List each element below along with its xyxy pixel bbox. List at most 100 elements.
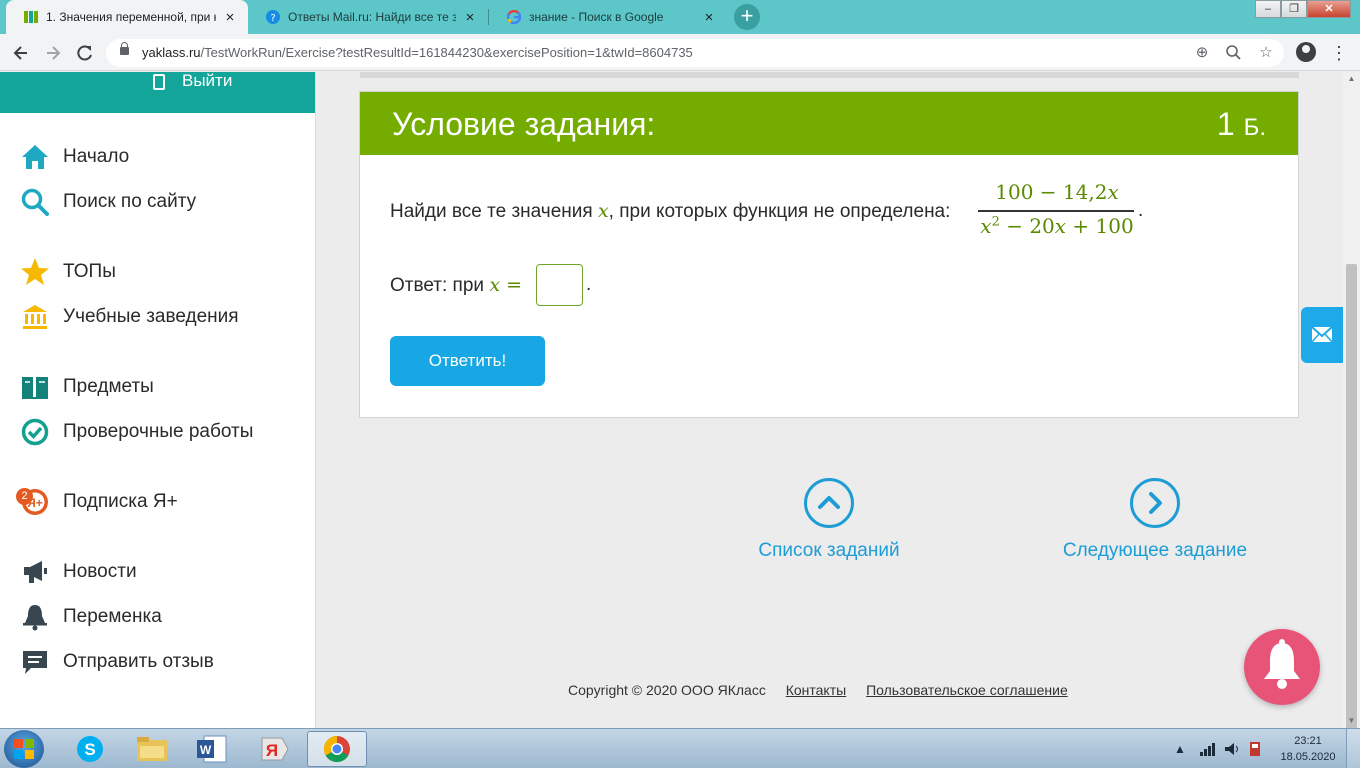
sidebar-item-label: Предметы [63,376,154,397]
home-icon [20,142,50,172]
bell-icon [20,602,50,632]
close-tab-icon[interactable]: × [222,9,238,26]
mailru-answers-favicon: ? [266,10,280,24]
volume-icon[interactable] [1224,742,1242,756]
scroll-up-icon[interactable]: ▲ [1343,72,1360,86]
scroll-thumb[interactable] [1346,264,1357,768]
sidebar-item-label: Учебные заведения [63,306,239,327]
taskbar-word[interactable]: W [182,731,242,767]
tab-title: знание - Поиск в Google [529,10,664,24]
logout-bar[interactable]: Выйти [0,71,315,113]
tab-title: 1. Значения переменной, при к [46,10,216,24]
contacts-link[interactable]: Контакты [786,682,846,698]
browser-tab-google[interactable]: знание - Поиск в Google × [489,0,727,34]
clock-time: 23:21 [1294,735,1322,747]
svg-text:S: S [84,740,95,759]
check-icon [20,417,50,447]
reload-button[interactable] [72,40,98,66]
sidebar-item-subscription[interactable]: Я+ Подписка Я+ [20,487,310,517]
next-task-link[interactable]: Следующее задание [1050,478,1260,562]
scroll-down-icon[interactable]: ▼ [1343,714,1360,728]
zoom-icon[interactable] [1224,43,1244,63]
back-button[interactable] [8,40,34,66]
browser-tab-active[interactable]: 1. Значения переменной, при к × [6,0,248,34]
sidebar-item-tests[interactable]: Проверочные работы [20,417,310,447]
user-agreement-link[interactable]: Пользовательское соглашение [866,682,1068,698]
sidebar-item-home[interactable]: Начало [20,142,310,172]
maximize-button[interactable]: ❐ [1281,0,1307,18]
fraction-numerator: 100 − 14,2x [995,180,1119,204]
answer-input[interactable] [536,264,583,306]
content-top-strip [360,72,1299,78]
minimize-button[interactable]: – [1255,0,1281,18]
windows-logo-icon [14,739,34,759]
address-bar[interactable]: yaklass.ru/TestWorkRun/Exercise?testResu… [106,39,1284,67]
svg-text:Я: Я [266,741,278,760]
taskbar-skype[interactable]: S [60,731,120,767]
browser-menu-icon[interactable]: ⋮ [1330,40,1348,66]
chevron-up-icon [804,478,854,528]
sidebar-item-search[interactable]: Поиск по сайту [20,187,310,217]
start-button[interactable] [4,730,44,768]
page-scrollbar[interactable]: ▲ ▼ [1343,72,1360,768]
sidebar-item-schools[interactable]: Учебные заведения [20,302,310,332]
yaklass-favicon [24,10,38,24]
browser-tab-mailru[interactable]: ? Ответы Mail.ru: Найди все те зн × [248,0,488,34]
sidebar-item-label: Подписка Я+ [63,491,178,512]
task-list-link[interactable]: Список заданий [744,478,914,562]
google-favicon [507,10,521,24]
feedback-mail-button[interactable] [1301,307,1343,363]
back-arrow-icon [13,46,27,60]
copyright-text: Copyright © 2020 ООО ЯКласс [568,682,766,698]
sidebar-item-feedback[interactable]: Отправить отзыв [20,647,310,677]
bookmark-star-icon[interactable]: ☆ [1256,43,1276,63]
svg-text:?: ? [270,13,275,24]
submit-answer-button[interactable]: Ответить! [390,336,545,386]
notifications-button[interactable] [1244,629,1320,705]
sidebar-item-news[interactable]: Новости [20,557,310,587]
search-icon [20,187,50,217]
sidebar-item-label: Поиск по сайту [63,191,197,212]
taskbar-clock[interactable]: 23:21 18.05.2020 [1278,733,1338,765]
svg-text:W: W [200,743,212,757]
folder-icon [137,737,167,761]
network-icon[interactable] [1199,742,1216,756]
tab-title: Ответы Mail.ru: Найди все те зн [288,10,456,24]
tray-expand-icon[interactable]: ▲ [1174,742,1186,756]
lock-icon [120,42,129,55]
sidebar-item-label: ТОПы [63,261,116,282]
tests-count-badge: 2 [16,488,33,505]
logout-label: Выйти [182,71,233,90]
close-tab-icon[interactable]: × [462,9,478,26]
word-icon: W [197,735,227,763]
sidebar-item-break[interactable]: Переменка [20,602,310,632]
question-text: Найди все те значения x, при которых фун… [390,200,951,222]
sidebar-item-tops[interactable]: ТОПы [20,257,310,287]
system-tray: ▲ [1174,729,1262,768]
taskbar-yandex-browser[interactable]: Я [244,731,304,767]
safely-remove-icon[interactable] [1248,741,1262,757]
forward-button[interactable] [40,40,66,66]
forward-arrow-icon [47,46,61,60]
logout-door-icon [153,74,165,90]
skype-icon: S [77,736,103,762]
fraction-denominator: x2 − 20x + 100 [980,214,1134,238]
profile-avatar-icon[interactable] [1296,42,1316,62]
show-desktop-button[interactable] [1346,729,1360,768]
close-tab-icon[interactable]: × [701,9,717,26]
taskbar-explorer[interactable] [122,731,182,767]
sidebar-item-label: Проверочные работы [63,421,254,442]
chevron-right-icon [1130,478,1180,528]
window-close-button[interactable]: ✕ [1307,0,1351,18]
taskbar-chrome[interactable] [307,731,367,767]
sidebar-item-label: Отправить отзыв [63,651,214,672]
books-icon [20,372,50,402]
new-tab-button[interactable]: + [734,4,760,30]
reload-icon [77,45,92,61]
envelope-icon [1311,326,1333,343]
window-controls: – ❐ ✕ [1255,0,1351,18]
star-icon [20,257,50,287]
sidebar-item-subjects[interactable]: Предметы [20,372,310,402]
answer-label: Ответ: при x = [390,274,522,296]
install-icon[interactable]: ⊕ [1192,43,1212,63]
